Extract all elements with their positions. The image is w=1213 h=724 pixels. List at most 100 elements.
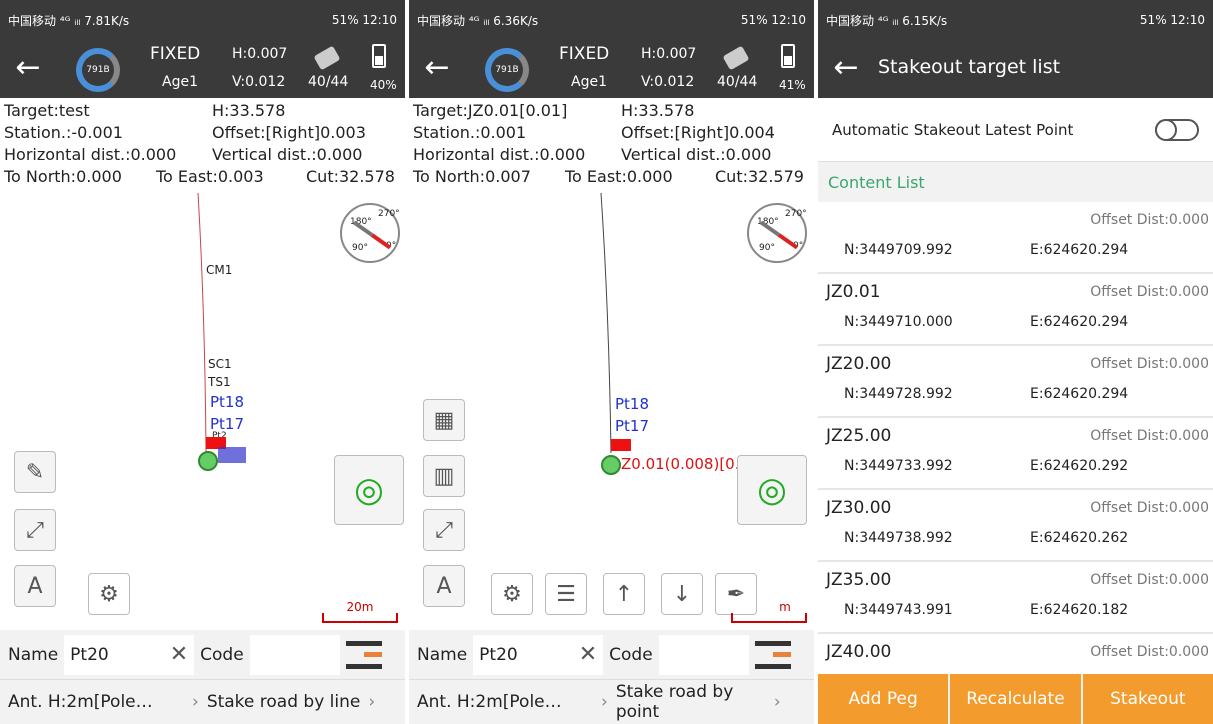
view-mode-icon[interactable]: A xyxy=(14,565,56,607)
view-mode-icon[interactable]: A xyxy=(423,565,465,607)
offset-dist: Offset Dist:0.000 xyxy=(1090,356,1209,372)
clear-icon[interactable]: ✕ xyxy=(170,642,188,667)
station-value: Station.:0.001 xyxy=(413,123,527,142)
list-item[interactable]: JZ0.01 Offset Dist:0.000 N:3449710.000 E:62… xyxy=(818,274,1213,346)
northing: N:3449743.991 xyxy=(844,602,953,618)
auto-stakeout-toggle[interactable] xyxy=(1155,118,1199,141)
to-north: To North:0.000 xyxy=(4,167,122,186)
code-input[interactable] xyxy=(249,634,340,675)
easting: E:624620.294 xyxy=(1030,242,1129,258)
auto-stakeout-label: Automatic Stakeout Latest Point xyxy=(832,120,1074,139)
horizontal-dist: Horizontal dist.:0.000 xyxy=(4,145,177,164)
scale-bar: m xyxy=(731,601,807,623)
to-east: To East:0.003 xyxy=(156,167,264,186)
stake-mode[interactable]: Stake road by point xyxy=(616,682,766,722)
point-label: Pt17 xyxy=(615,417,650,435)
target-name: JZ35.00 xyxy=(826,570,892,590)
station-value: Station.:-0.001 xyxy=(4,123,123,142)
easting: E:624620.294 xyxy=(1030,314,1129,330)
battery-icon xyxy=(781,44,795,68)
target-list: Offset Dist:0.000 N:3449709.992 E:624620.2… xyxy=(818,202,1213,706)
data-ring-indicator[interactable]: 791B xyxy=(76,48,120,92)
stakeout-target-list-screen: 中国移动 ⁴ᴳ ᵢₗₗ 6.15K/s 51% 12:10 ← Stakeout… xyxy=(818,0,1213,724)
auto-stakeout-row: Automatic Stakeout Latest Point xyxy=(818,98,1213,162)
add-peg-button[interactable]: Add Peg xyxy=(818,674,949,724)
list-header: ← Stakeout target list xyxy=(818,40,1213,98)
map-layers-icon[interactable]: ▥ xyxy=(423,455,465,497)
back-arrow-icon[interactable]: ← xyxy=(828,50,864,86)
action-bar: Add Peg Recalculate Stakeout xyxy=(818,674,1213,724)
arrow-up-icon[interactable]: ↑ xyxy=(603,573,645,615)
satellite-icon[interactable] xyxy=(313,45,341,71)
clear-icon[interactable]: ✕ xyxy=(579,642,597,667)
code-input[interactable] xyxy=(658,634,749,675)
satellite-icon[interactable] xyxy=(722,45,750,71)
offset-dist: Offset Dist:0.000 xyxy=(1090,500,1209,516)
northing: N:3449709.992 xyxy=(844,242,953,258)
point-entry-bar: Name Pt20 ✕ Code Ant. H:2m[Pole… › Stake… xyxy=(409,630,814,724)
name-input[interactable]: Pt20 ✕ xyxy=(473,634,604,675)
battery-icon xyxy=(372,44,386,68)
fix-status: FIXED xyxy=(559,44,610,64)
northing: N:3449728.992 xyxy=(844,386,953,402)
back-arrow-icon[interactable]: ← xyxy=(419,50,455,86)
zoom-extent-icon[interactable]: ⤢ xyxy=(423,509,465,551)
list-item[interactable]: JZ30.00 Offset Dist:0.000 N:3449738.992 E:6… xyxy=(818,490,1213,562)
compass-icon[interactable]: 180°270° 90°0° xyxy=(747,203,807,263)
point-label: CM1 xyxy=(206,263,233,277)
stake-mode[interactable]: Stake road by line xyxy=(207,692,361,712)
chevron-right-icon: › xyxy=(601,692,608,712)
document-icon[interactable]: ☰ xyxy=(545,573,587,615)
calculator-icon[interactable]: ▦ xyxy=(423,399,465,441)
target-name: JZ25.00 xyxy=(826,426,892,446)
arrow-down-icon[interactable]: ↓ xyxy=(661,573,703,615)
measure-pen-icon[interactable]: ✒ xyxy=(715,573,757,615)
recalculate-button[interactable]: Recalculate xyxy=(950,674,1081,724)
target-name: JZ20.00 xyxy=(826,354,892,374)
code-list-icon[interactable] xyxy=(754,640,791,669)
vertical-dist: Vertical dist.:0.000 xyxy=(621,145,772,164)
data-ring-indicator[interactable]: 791B xyxy=(485,48,529,92)
to-north: To North:0.007 xyxy=(413,167,531,186)
map-location-icon[interactable]: ◎ xyxy=(737,455,807,525)
code-label: Code xyxy=(609,644,653,665)
settings-gear-icon[interactable]: ⚙ xyxy=(491,573,533,615)
stakeout-button[interactable]: Stakeout xyxy=(1082,674,1213,724)
target-name-label: Z0.01(0.008)[0. xyxy=(621,455,740,473)
satellite-count: 40/44 xyxy=(717,74,758,90)
list-item[interactable]: JZ35.00 Offset Dist:0.000 N:3449743.991 E:6… xyxy=(818,562,1213,634)
back-arrow-icon[interactable]: ← xyxy=(10,50,46,86)
compass-icon[interactable]: 180°270° 90°0° xyxy=(340,203,400,263)
northing: N:3449733.992 xyxy=(844,458,953,474)
stakeout-map[interactable]: 180°270° 90°0° CM1 SC1 TS1 Pt18 Pt17 Pt2… xyxy=(0,193,405,630)
list-item[interactable]: JZ25.00 Offset Dist:0.000 N:3449733.992 E:6… xyxy=(818,418,1213,490)
offset-value: Offset:[Right]0.004 xyxy=(621,123,775,142)
h-precision: H:0.007 xyxy=(641,46,697,62)
satellite-count: 40/44 xyxy=(308,74,349,90)
antenna-height[interactable]: Ant. H:2m[Pole… xyxy=(417,692,593,712)
code-list-icon[interactable] xyxy=(345,640,382,669)
target-label: Target:JZ0.01[0.01] xyxy=(413,101,568,120)
v-precision: V:0.012 xyxy=(232,74,286,90)
offset-dist: Offset Dist:0.000 xyxy=(1090,428,1209,444)
gnss-header: ← 791B FIXED H:0.007 Age1 V:0.012 40/44 … xyxy=(0,40,405,98)
target-height: H:33.578 xyxy=(621,101,695,120)
point-entry-bar: Name Pt20 ✕ Code Ant. H:2m[Pole… › Stake… xyxy=(0,630,405,724)
list-item[interactable]: JZ20.00 Offset Dist:0.000 N:3449728.992 E:6… xyxy=(818,346,1213,418)
list-item[interactable]: Offset Dist:0.000 N:3449709.992 E:624620.2… xyxy=(818,202,1213,274)
battery-percent: 41% xyxy=(779,78,806,92)
stakeout-screen-line: 中国移动 ⁴ᴳ ᵢₗₗ 7.81K/s 51% 12:10 ← 791B FIX… xyxy=(0,0,405,724)
gnss-header: ← 791B FIXED H:0.007 Age1 V:0.012 40/44 … xyxy=(409,40,814,98)
settings-gear-icon[interactable]: ⚙ xyxy=(88,573,130,615)
target-name: JZ40.00 xyxy=(826,642,892,662)
name-input[interactable]: Pt20 ✕ xyxy=(64,634,195,675)
status-left: 中国移动 ⁴ᴳ ᵢₗₗ 7.81K/s xyxy=(8,13,130,28)
horizontal-dist: Horizontal dist.:0.000 xyxy=(413,145,586,164)
zoom-extent-icon[interactable]: ⤢ xyxy=(14,509,56,551)
map-location-icon[interactable]: ◎ xyxy=(334,455,404,525)
pencil-icon[interactable]: ✎ xyxy=(14,451,56,493)
stakeout-map[interactable]: 180°270° 90°0° Pt18 Pt17 Z0.01(0.008)[0.… xyxy=(409,193,814,630)
chevron-right-icon: › xyxy=(192,692,199,712)
road-line xyxy=(197,193,207,454)
antenna-height[interactable]: Ant. H:2m[Pole… xyxy=(8,692,184,712)
